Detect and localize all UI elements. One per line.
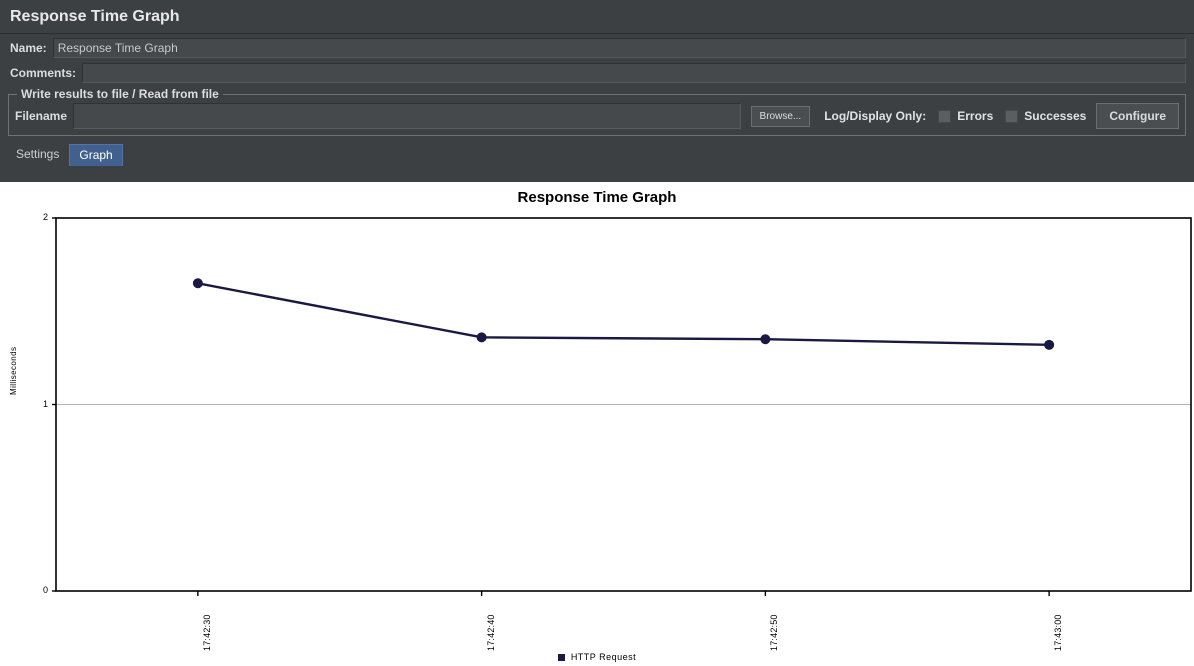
- legend-label-http-request: HTTP Request: [570, 652, 637, 662]
- comments-input[interactable]: [82, 63, 1186, 83]
- chart-x-tick-label: 17:42:30: [201, 614, 212, 651]
- comments-field-row: Comments:: [0, 62, 1194, 84]
- window-title-bar: Response Time Graph: [0, 0, 1194, 34]
- tab-settings[interactable]: Settings: [6, 143, 69, 166]
- browse-button[interactable]: Browse...: [750, 105, 811, 127]
- successes-checkbox-wrap[interactable]: Successes: [1005, 109, 1086, 123]
- chart-plot-svg: [52, 217, 1192, 596]
- response-time-chart: Response Time Graph Milliseconds 012 17:…: [0, 182, 1194, 666]
- legend-swatch-http-request: [557, 653, 565, 661]
- page-title: Response Time Graph: [10, 7, 180, 25]
- name-label: Name:: [10, 41, 47, 55]
- chart-x-tick-label: 17:42:40: [485, 614, 496, 651]
- chart-legend: HTTP Request: [0, 652, 1194, 662]
- tab-bar: Settings Graph: [6, 143, 1194, 166]
- name-input[interactable]: [52, 38, 1186, 58]
- filename-label: Filename: [15, 109, 68, 123]
- chart-x-tick-label: 17:43:00: [1053, 614, 1064, 651]
- tab-graph[interactable]: Graph: [69, 144, 123, 166]
- write-results-group: Write results to file / Read from file F…: [8, 87, 1186, 136]
- errors-checkbox[interactable]: [938, 109, 952, 123]
- chart-y-tick-label: 1: [42, 398, 48, 409]
- filename-row: Filename Browse... Log/Display Only: Err…: [15, 103, 1179, 129]
- chart-y-tick-label: 2: [42, 212, 48, 222]
- filename-input[interactable]: [73, 103, 741, 129]
- chart-y-tick-label: 0: [42, 585, 48, 595]
- comments-label: Comments:: [10, 66, 77, 80]
- chart-x-tick-label: 17:42:50: [769, 614, 780, 651]
- name-field-row: Name:: [0, 37, 1194, 59]
- graph-config-panel: Response Time Graph Name: Comments: Writ…: [0, 0, 1194, 182]
- successes-label: Successes: [1024, 109, 1087, 123]
- successes-checkbox[interactable]: [1005, 109, 1019, 123]
- errors-checkbox-wrap[interactable]: Errors: [938, 109, 993, 123]
- errors-label: Errors: [957, 109, 994, 123]
- log-display-only-label: Log/Display Only:: [824, 109, 927, 123]
- configure-button[interactable]: Configure: [1096, 103, 1179, 129]
- write-results-group-legend: Write results to file / Read from file: [17, 87, 223, 101]
